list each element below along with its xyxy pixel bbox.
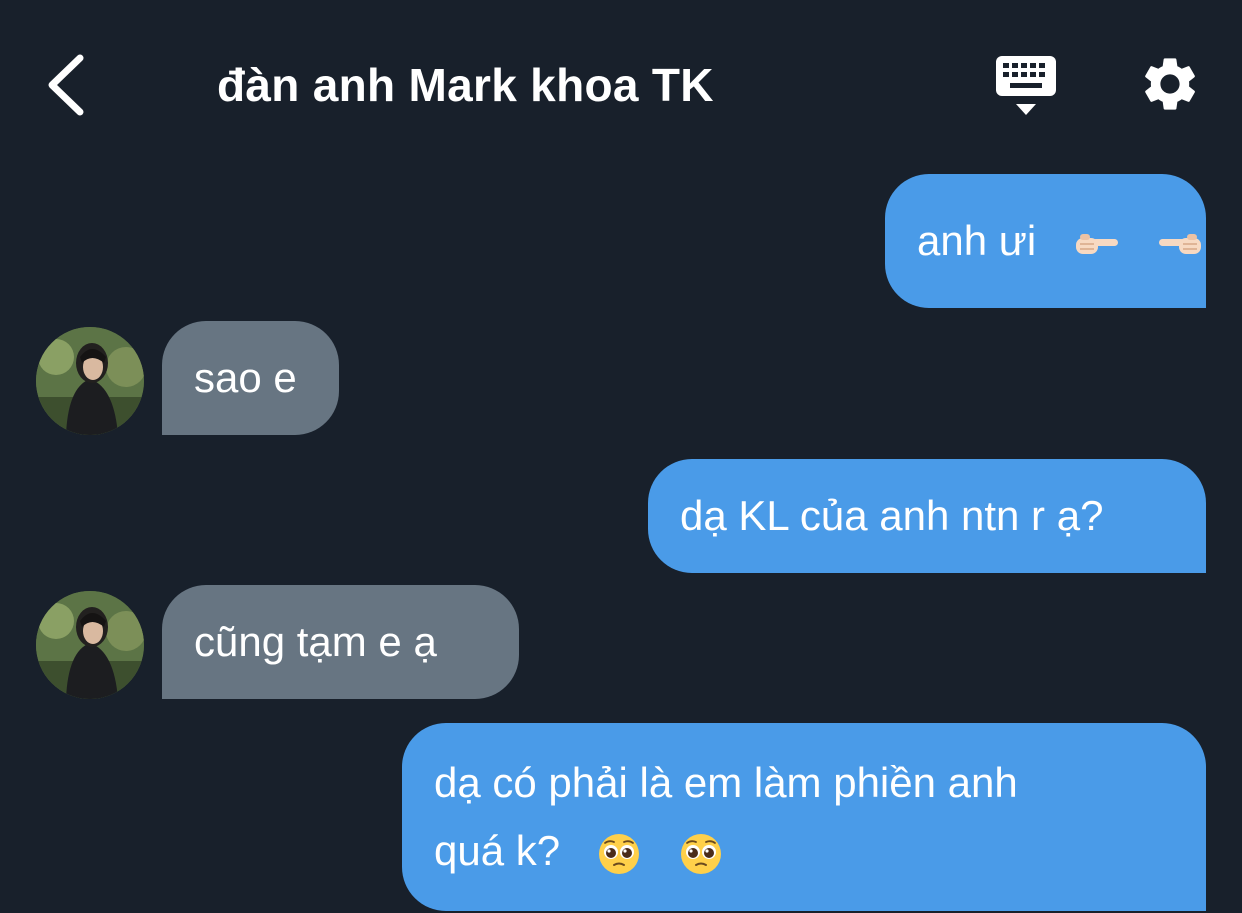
message-bubble-outgoing[interactable]: anh ưi [885, 174, 1206, 308]
gear-icon [1145, 58, 1195, 110]
chat-header: đàn anh Mark khoa TK [0, 0, 1242, 170]
pleading-face-emoji [680, 833, 721, 874]
pointing-right-emoji [1075, 233, 1118, 254]
message-text: dạ KL của anh ntn r ạ? [680, 492, 1104, 539]
message-text: sao e [194, 354, 297, 401]
message-text: cũng tạm e ạ [194, 618, 437, 665]
settings-button[interactable] [1138, 52, 1202, 116]
message-text: anh ưi [917, 217, 1037, 264]
message-bubble-incoming[interactable]: sao e [162, 321, 339, 435]
back-button[interactable] [38, 50, 98, 120]
message-text-line: quá k? [434, 817, 1174, 885]
keyboard-icon [996, 56, 1056, 115]
pleading-face-emoji [599, 833, 640, 874]
avatar[interactable] [36, 327, 144, 435]
message-bubble-incoming[interactable]: cũng tạm e ạ [162, 585, 519, 699]
message-bubble-outgoing[interactable]: dạ có phải là em làm phiền anh quá k? [402, 723, 1206, 911]
keyboard-button[interactable] [990, 52, 1062, 120]
avatar[interactable] [36, 591, 144, 699]
message-bubble-outgoing[interactable]: dạ KL của anh ntn r ạ? [648, 459, 1206, 573]
message-text: quá k? [434, 827, 561, 874]
page-title: đàn anh Mark khoa TK [217, 59, 714, 111]
chevron-left-icon [48, 54, 84, 116]
message-text-line: dạ có phải là em làm phiền anh [434, 759, 1018, 806]
pointing-left-emoji [1158, 233, 1201, 254]
